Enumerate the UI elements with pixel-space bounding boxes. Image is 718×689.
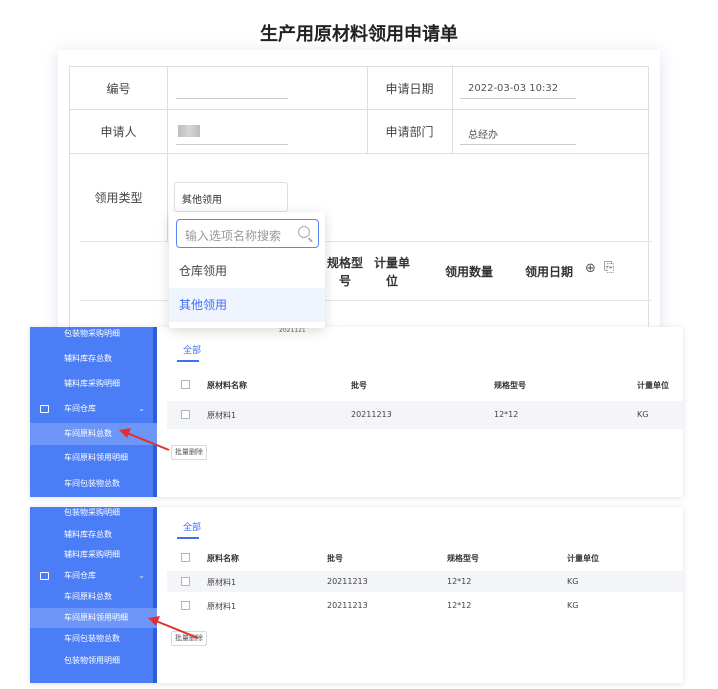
col-qty: 领用数量 xyxy=(445,265,494,279)
date-value[interactable]: 2022-03-03 10:32 xyxy=(468,83,558,94)
applicant-avatar-blurred xyxy=(178,125,200,137)
sidebar-item[interactable]: 辅料库采购明细 xyxy=(30,547,157,563)
form-row-number: 编号 申请日期 2022-03-03 10:32 xyxy=(70,67,650,110)
chevron-down-icon: ⌄ xyxy=(138,571,145,580)
option-warehouse[interactable]: 仓库领用 xyxy=(169,254,325,288)
col-spec: 规格型号 xyxy=(326,256,363,288)
type-label: 领用类型 xyxy=(94,191,143,205)
tab-all[interactable]: 全部 xyxy=(183,343,201,356)
sidebar-item[interactable]: 车间包装物总数 xyxy=(30,475,157,493)
table-row[interactable]: 原材料1 20211213 12*12 KG xyxy=(167,401,683,429)
table-header: 原材料名称 批号 规格型号 计量单位 xyxy=(167,372,683,398)
detail-table-header: 规格型号 计量单位 领用数量 领用日期 ⊕ ⎘ xyxy=(80,241,652,301)
col-date: 领用日期 xyxy=(525,265,574,279)
sidebar-item-active[interactable]: 车间原料领用明细 xyxy=(30,608,157,628)
number-label: 编号 xyxy=(106,81,131,96)
select-all-checkbox[interactable] xyxy=(181,553,190,562)
warehouse-icon xyxy=(40,572,49,580)
sidebar-item[interactable]: 车间包装物总数 xyxy=(30,631,157,647)
option-other[interactable]: 其他领用 xyxy=(169,288,325,322)
sidebar-item[interactable]: 辅料库存总数 xyxy=(30,527,157,543)
caret-up-icon: ▲ xyxy=(182,192,188,200)
add-circle-icon[interactable]: ⊕ xyxy=(585,261,596,276)
sidebar-item[interactable]: 包装物领用明细 xyxy=(30,653,157,669)
partial-text: 2021121 xyxy=(279,327,306,334)
select-all-checkbox[interactable] xyxy=(181,380,190,389)
table-header: 原料名称 批号 规格型号 计量单位 xyxy=(167,547,683,569)
sidebar-item[interactable]: 辅料库采购明细 xyxy=(30,375,157,393)
screenshot-panel-2: 包装物采购明细 辅料库存总数 辅料库采购明细 车间仓库 ⌄ 车间原料总数 车间原… xyxy=(30,507,683,683)
tab-all[interactable]: 全部 xyxy=(183,520,201,533)
applicant-label: 申请人 xyxy=(100,125,137,139)
application-form-card: 编号 申请日期 2022-03-03 10:32 申请人 申请部门 总经办 领用… xyxy=(58,50,660,336)
search-icon xyxy=(298,226,310,238)
sidebar-group-workshop[interactable]: 车间仓库 ⌄ xyxy=(30,400,157,418)
arrow-pointer-1 xyxy=(119,428,170,451)
sidebar-2: 包装物采购明细 辅料库存总数 辅料库采购明细 车间仓库 ⌄ 车间原料总数 车间原… xyxy=(30,507,157,683)
sidebar-group-workshop[interactable]: 车间仓库 ⌄ xyxy=(30,568,157,584)
import-icon[interactable]: ⎘ xyxy=(604,260,614,275)
arrow-pointer-2 xyxy=(148,616,199,639)
type-dropdown: 输入选项名称搜索 仓库领用 其他领用 xyxy=(169,212,325,328)
content-2: 全部 原料名称 批号 规格型号 计量单位 原材料1 20211213 12*12… xyxy=(157,507,683,683)
warehouse-icon xyxy=(40,405,49,413)
number-input[interactable] xyxy=(176,98,288,99)
chevron-down-icon: ⌄ xyxy=(138,404,145,413)
dropdown-search-input[interactable]: 输入选项名称搜索 xyxy=(176,219,319,248)
page-title: 生产用原材料领用申请单 xyxy=(260,24,458,45)
sidebar-item[interactable]: 车间原料总数 xyxy=(30,589,157,605)
dept-label: 申请部门 xyxy=(385,125,434,139)
applicant-input[interactable] xyxy=(176,144,288,145)
sidebar-item[interactable]: 辅料库存总数 xyxy=(30,350,157,368)
row-checkbox[interactable] xyxy=(181,410,190,419)
form-row-applicant: 申请人 申请部门 总经办 xyxy=(70,110,650,154)
table-row[interactable]: 原材料1 20211213 12*12 KG xyxy=(167,595,683,616)
date-label: 申请日期 xyxy=(385,81,434,96)
batch-delete-button[interactable]: 批量删除 xyxy=(171,445,207,460)
content-1: 2021121 全部 原材料名称 批号 规格型号 计量单位 原材料1 20211… xyxy=(157,327,683,497)
form-row-type: 领用类型 其他领用 ▲ xyxy=(70,154,650,241)
screenshot-panel-1: 包装物采购明细 辅料库存总数 辅料库采购明细 车间仓库 ⌄ 车间原料总数 车间原… xyxy=(30,327,683,497)
col-unit: 计量单位 xyxy=(373,256,410,288)
sidebar-item[interactable]: 包装物采购明细 xyxy=(30,327,157,345)
row-checkbox[interactable] xyxy=(181,577,190,586)
type-select[interactable]: 其他领用 ▲ xyxy=(174,182,288,212)
sidebar-1: 包装物采购明细 辅料库存总数 辅料库采购明细 车间仓库 ⌄ 车间原料总数 车间原… xyxy=(30,327,157,497)
dept-value[interactable]: 总经办 xyxy=(468,126,498,141)
table-row[interactable]: 原材料1 20211213 12*12 KG xyxy=(167,571,683,592)
application-form: 编号 申请日期 2022-03-03 10:32 申请人 申请部门 总经办 领用… xyxy=(69,66,652,336)
sidebar-item[interactable]: 包装物采购明细 xyxy=(30,507,157,521)
